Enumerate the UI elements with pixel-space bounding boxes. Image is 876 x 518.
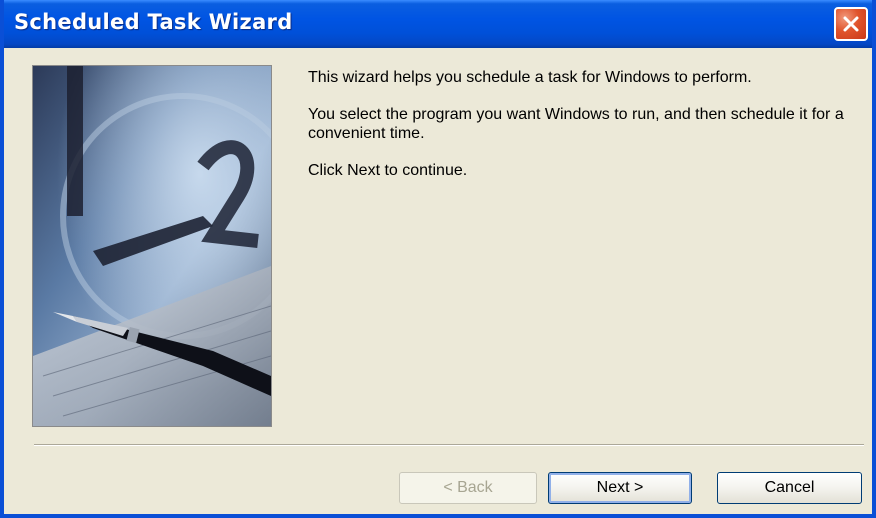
close-button[interactable] — [834, 7, 868, 41]
close-icon — [843, 16, 859, 32]
next-button[interactable]: Next > — [548, 472, 692, 504]
title-bar[interactable]: Scheduled Task Wizard — [4, 0, 872, 48]
intro-paragraph: This wizard helps you schedule a task fo… — [308, 69, 752, 86]
clock-and-pen-illustration — [32, 65, 272, 427]
window-title: Scheduled Task Wizard — [14, 10, 293, 34]
button-separator — [34, 444, 864, 446]
continue-paragraph: Click Next to continue. — [308, 162, 468, 179]
back-button[interactable]: < Back — [399, 472, 537, 504]
instruction-paragraph: You select the program you want Windows … — [308, 106, 844, 142]
wizard-window: Scheduled Task Wizard This wizard helps … — [0, 0, 876, 518]
cancel-button[interactable]: Cancel — [717, 472, 862, 504]
wizard-description: This wizard helps you schedule a task fo… — [308, 68, 848, 198]
wizard-content: This wizard helps you schedule a task fo… — [4, 48, 872, 514]
